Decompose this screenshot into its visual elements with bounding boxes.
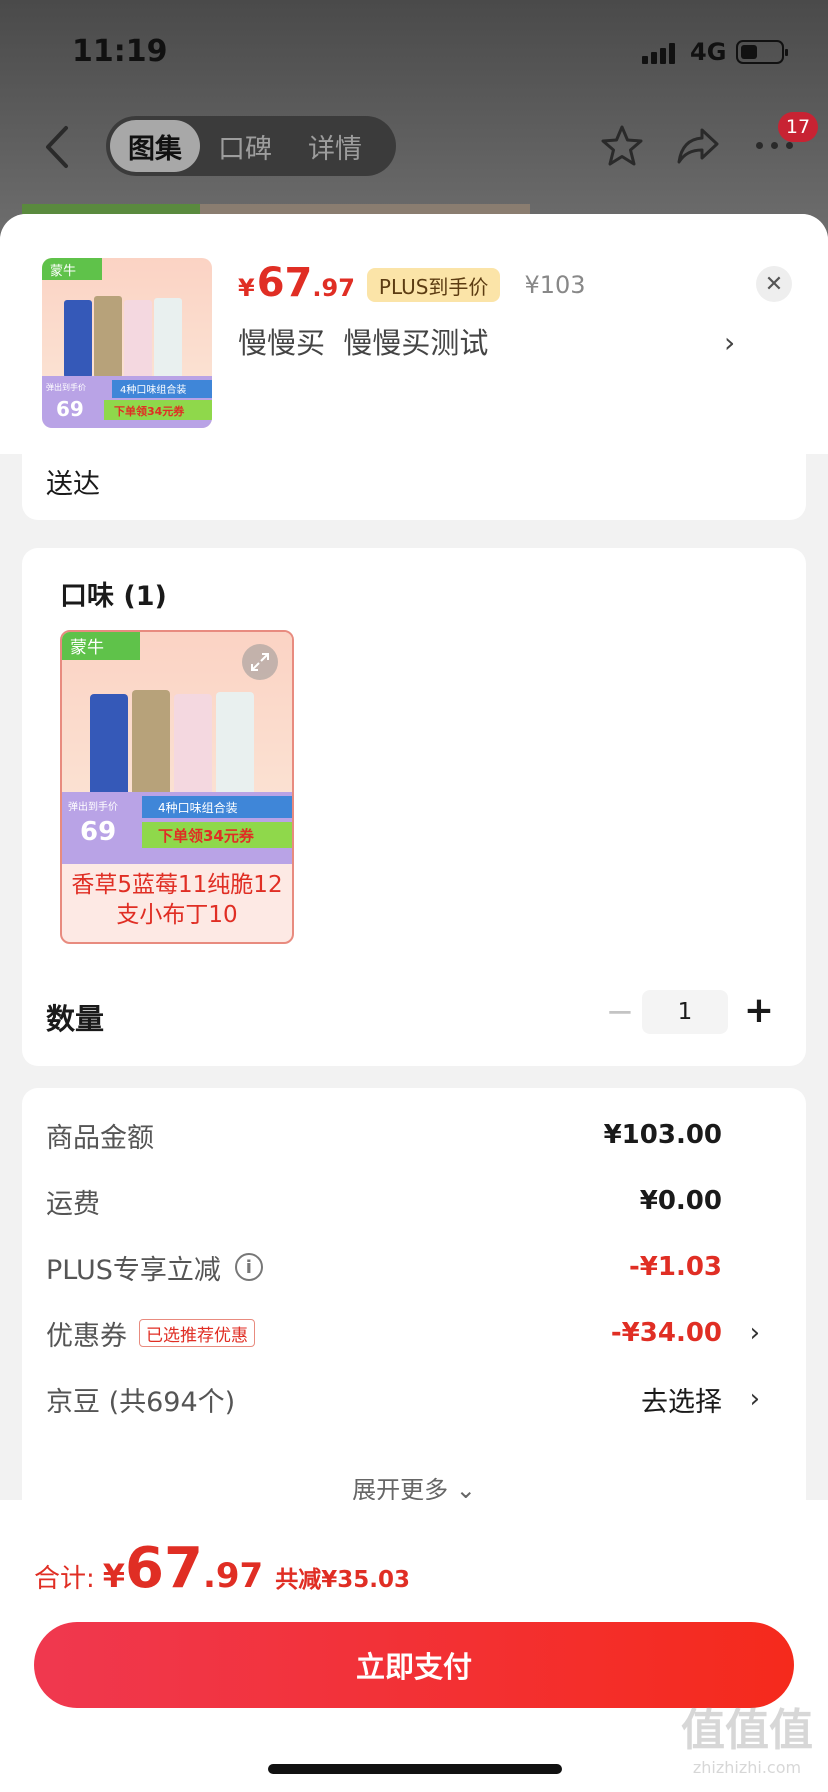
tab-details[interactable]: 详情 (290, 120, 380, 172)
battery-icon (736, 40, 788, 64)
more-menu-icon[interactable] (756, 142, 796, 152)
signal-icon (642, 42, 682, 64)
thumb-combo: 4种口味组合装 (120, 383, 186, 396)
option-promo-label: 弹出到手价 (68, 800, 118, 813)
view-tabs: 图集 口碑 详情 (106, 116, 396, 176)
plus-price-tag: PLUS到手价 (366, 268, 501, 302)
thumb-coupon: 下单领34元券 (114, 404, 185, 418)
summary-value: ¥103.00 (603, 1120, 722, 1150)
flavor-card: 口味 (1) 蒙牛 4种口味组合装 下单领34元券 弹出到手价 69 香草5蓝莓… (22, 548, 806, 1066)
tab-reviews[interactable]: 口碑 (200, 120, 290, 172)
watermark-url: zhizhizhi.com (692, 1758, 802, 1777)
status-bar: 11:19 4G (0, 0, 828, 100)
option-brand: 蒙牛 (70, 638, 104, 658)
quantity-decrease-button[interactable]: − (602, 992, 638, 1032)
price-integer: 67 (256, 260, 313, 306)
favorite-star-icon[interactable] (600, 124, 644, 168)
plus-discount-label: PLUS专享立减 (46, 1254, 221, 1286)
chevron-right-icon[interactable]: › (750, 1384, 760, 1414)
price-currency: ¥ (238, 274, 255, 302)
tab-gallery[interactable]: 图集 (110, 120, 200, 172)
flavor-title: 口味 (1) (60, 581, 167, 612)
total-saved: 共减¥35.03 (275, 1567, 410, 1593)
pay-now-button[interactable]: 立即支付 (34, 1622, 794, 1708)
home-indicator (268, 1764, 562, 1774)
summary-label: 运费 (46, 1188, 100, 1220)
summary-row-plus-discount: PLUS专享立减 i -¥1.03 (46, 1242, 786, 1292)
coupon-selected-tag: 已选推荐优惠 (139, 1319, 255, 1347)
jingdou-select[interactable]: 去选择 (641, 1380, 722, 1419)
delivery-card: 送达 (22, 454, 806, 520)
original-price: ¥103 (524, 271, 586, 299)
thumb-promo-label: 弹出到手价 (46, 382, 86, 392)
summary-row-shipping: 运费 ¥0.00 (46, 1176, 786, 1226)
summary-value: ¥0.00 (639, 1186, 722, 1216)
info-icon[interactable]: i (234, 1253, 263, 1281)
network-label: 4G (690, 38, 727, 66)
total-decimal: .97 (202, 1556, 264, 1596)
quantity-label: 数量 (46, 1002, 105, 1036)
back-arrow-icon[interactable] (40, 124, 76, 170)
option-combo: 4种口味组合装 (158, 800, 238, 815)
price-summary-card: 商品金额 ¥103.00 运费 ¥0.00 PLUS专享立减 i -¥1.03 … (22, 1088, 806, 1518)
product-header: 蒙牛 4种口味组合装 下单领34元券 弹出到手价 69 ¥ 67 .97 PLU… (0, 214, 828, 454)
coupon-label: 优惠券 (46, 1320, 127, 1352)
option-promo-price: 69 (80, 817, 116, 847)
option-coupon: 下单领34元券 (158, 827, 255, 845)
thumb-brand: 蒙牛 (50, 264, 76, 279)
checkout-bar: 合计: ¥ 67 .97 共减¥35.03 立即支付 值值值 zhizhizhi… (0, 1500, 828, 1792)
watermark-logo: 值值值 (681, 1705, 813, 1756)
price-row: ¥ 67 .97 PLUS到手价 ¥103 (238, 260, 586, 310)
summary-value: -¥1.03 (628, 1252, 722, 1282)
message-badge: 17 (778, 112, 818, 142)
quantity-increase-button[interactable]: + (740, 988, 778, 1032)
watermark: 值值值 zhizhizhi.com (672, 1704, 822, 1788)
share-icon[interactable] (676, 126, 720, 166)
quantity-input[interactable]: 1 (642, 990, 728, 1034)
thumb-promo-price: 69 (56, 397, 84, 421)
flavor-option-label: 香草5蓝莓11纯脆12支小布丁10 (71, 872, 283, 928)
chevron-right-icon[interactable]: › (724, 326, 735, 359)
summary-row-jingdou[interactable]: 京豆 (共694个) 去选择 › (46, 1374, 786, 1424)
total-label: 合计: (34, 1564, 95, 1594)
summary-label: PLUS专享立减 i (46, 1248, 263, 1287)
expand-image-icon[interactable] (242, 644, 278, 680)
product-thumbnail[interactable]: 蒙牛 4种口味组合装 下单领34元券 弹出到手价 69 (42, 258, 212, 428)
summary-label: 京豆 (共694个) (46, 1386, 236, 1418)
summary-label: 商品金额 (46, 1122, 154, 1154)
close-button[interactable]: ✕ (756, 266, 792, 302)
total-currency: ¥ (102, 1557, 126, 1595)
chevron-right-icon[interactable]: › (750, 1318, 760, 1348)
price-decimal: .97 (312, 274, 355, 302)
summary-row-goods-amount: 商品金额 ¥103.00 (46, 1110, 786, 1160)
flavor-option[interactable]: 蒙牛 4种口味组合装 下单领34元券 弹出到手价 69 香草5蓝莓11纯脆12支… (60, 630, 294, 944)
summary-value: -¥34.00 (610, 1318, 722, 1348)
background-page: 11:19 4G 图集 口碑 详情 17 (0, 0, 828, 240)
delivery-text: 送达 (46, 469, 100, 500)
total-integer: 67 (125, 1536, 203, 1601)
product-name[interactable]: 慢慢买 慢慢买测试 (238, 320, 488, 362)
total-line: 合计: ¥ 67 .97 共减¥35.03 (34, 1536, 410, 1601)
summary-label: 优惠券 已选推荐优惠 (46, 1314, 255, 1353)
summary-row-coupon[interactable]: 优惠券 已选推荐优惠 -¥34.00 › (46, 1308, 786, 1358)
status-time: 11:19 (72, 34, 168, 69)
